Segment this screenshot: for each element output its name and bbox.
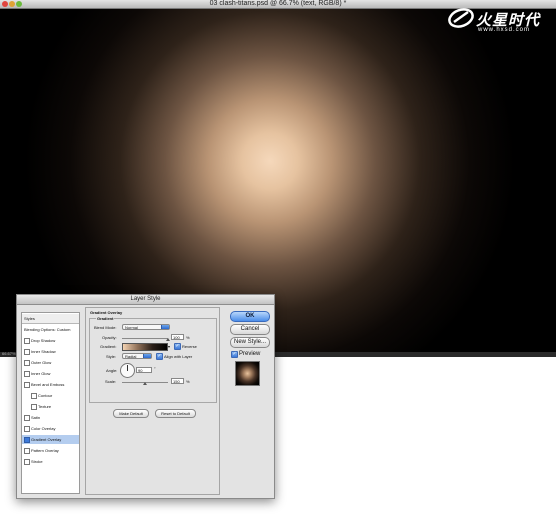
- style-item-label: Inner Glow: [31, 371, 51, 376]
- scale-slider-thumb[interactable]: [143, 382, 147, 385]
- styles-list: Styles Blending Options: Custom Drop Shado…: [21, 312, 80, 494]
- inner-glow-checkbox[interactable]: [24, 371, 30, 377]
- style-item-inner-shadow[interactable]: Inner Shadow: [22, 347, 79, 356]
- gradient-overlay-panel: Gradient Overlay Gradient Blend Mode: No…: [85, 307, 220, 495]
- style-item-styles: Styles: [22, 314, 79, 324]
- opacity-slider-thumb[interactable]: [166, 338, 170, 341]
- align-with-layer-checkbox[interactable]: ✓: [156, 353, 163, 360]
- style-item-bevel-and-emboss[interactable]: Bevel and Emboss: [22, 380, 79, 389]
- preview-label: Preview: [239, 351, 261, 357]
- inner-shadow-checkbox[interactable]: [24, 349, 30, 355]
- style-item-label: Blending Options: Custom: [24, 327, 71, 332]
- align-with-layer-label: Align with Layer: [164, 354, 193, 359]
- zoom-level[interactable]: 66.67%: [2, 351, 16, 356]
- drop-shadow-checkbox[interactable]: [24, 338, 30, 344]
- watermark-url: www.hxsd.com: [478, 27, 531, 33]
- style-item-satin[interactable]: Satin: [22, 413, 79, 422]
- preview-checkbox[interactable]: ✓: [231, 351, 238, 358]
- style-label: Style:: [106, 354, 117, 359]
- angle-dial[interactable]: [120, 363, 135, 378]
- style-item-contour[interactable]: Contour: [22, 391, 79, 400]
- style-item-inner-glow[interactable]: Inner Glow: [22, 369, 79, 378]
- stroke-checkbox[interactable]: [24, 459, 30, 465]
- opacity-unit: %: [186, 335, 190, 340]
- style-item-label: Outer Glow: [31, 360, 52, 365]
- angle-unit: °: [154, 366, 156, 371]
- opacity-slider[interactable]: [122, 338, 168, 339]
- bevel-and-emboss-checkbox[interactable]: [24, 382, 30, 388]
- style-item-outer-glow[interactable]: Outer Glow: [22, 358, 79, 367]
- opacity-input[interactable]: 100: [171, 334, 184, 340]
- style-item-label: Contour: [38, 393, 53, 398]
- style-item-label: Texture: [38, 404, 52, 409]
- style-value: Radial: [125, 354, 137, 359]
- layer-style-dialog: Layer Style Styles Blending Options: Cust…: [16, 294, 275, 499]
- color-overlay-checkbox[interactable]: [24, 426, 30, 432]
- reverse-checkbox[interactable]: ✓: [174, 343, 181, 350]
- blend-mode-select[interactable]: Normal: [122, 324, 170, 330]
- chevron-down-icon: [161, 325, 169, 329]
- make-default-button[interactable]: Make Default: [113, 409, 149, 418]
- pattern-overlay-checkbox[interactable]: [24, 448, 30, 454]
- outer-glow-checkbox[interactable]: [24, 360, 30, 366]
- hxsd-logo-icon: [448, 8, 474, 28]
- angle-needle: [127, 365, 128, 371]
- reverse-label: Reverse: [182, 344, 197, 349]
- dialog-titlebar[interactable]: Layer Style: [17, 295, 274, 305]
- ok-button[interactable]: OK: [230, 311, 270, 322]
- style-item-label: Satin: [31, 415, 41, 420]
- gradient-overlay-checkbox[interactable]: [24, 437, 30, 443]
- scale-label: Scale:: [105, 379, 117, 384]
- style-item-label: Gradient Overlay: [31, 437, 62, 442]
- style-item-label: Styles: [24, 316, 35, 321]
- style-item-label: Inner Shadow: [31, 349, 56, 354]
- style-item-pattern-overlay[interactable]: Pattern Overlay: [22, 446, 79, 455]
- style-select[interactable]: Radial: [122, 353, 152, 359]
- section-title: Gradient Overlay: [90, 310, 123, 315]
- style-item-label: Drop Shadow: [31, 338, 56, 343]
- contour-checkbox[interactable]: [31, 393, 37, 399]
- opacity-label: Opacity:: [102, 335, 117, 340]
- style-item-drop-shadow[interactable]: Drop Shadow: [22, 336, 79, 345]
- style-item-texture[interactable]: Texture: [22, 402, 79, 411]
- style-item-label: Pattern Overlay: [31, 448, 59, 453]
- gradient-label: Gradient:: [100, 344, 117, 349]
- new-style-button[interactable]: New Style...: [230, 337, 270, 348]
- gradient-dropdown-icon[interactable]: ▾: [168, 344, 170, 349]
- scale-input[interactable]: 150: [171, 378, 184, 384]
- style-item-blending-options-custom[interactable]: Blending Options: Custom: [22, 325, 79, 334]
- style-item-stroke[interactable]: Stroke: [22, 457, 79, 466]
- blend-mode-value: Normal: [125, 325, 138, 330]
- cancel-button[interactable]: Cancel: [230, 324, 270, 335]
- style-item-label: Stroke: [31, 459, 43, 464]
- style-item-label: Color Overlay: [31, 426, 56, 431]
- angle-label: Angle:: [106, 368, 118, 373]
- style-item-gradient-overlay[interactable]: Gradient Overlay: [22, 435, 79, 444]
- angle-input[interactable]: 90: [136, 367, 152, 373]
- scale-unit: %: [186, 379, 190, 384]
- style-item-color-overlay[interactable]: Color Overlay: [22, 424, 79, 433]
- style-item-label: Bevel and Emboss: [31, 382, 65, 387]
- texture-checkbox[interactable]: [31, 404, 37, 410]
- group-title: Gradient: [96, 316, 115, 321]
- satin-checkbox[interactable]: [24, 415, 30, 421]
- chevron-down-icon: [143, 354, 151, 358]
- blend-mode-label: Blend Mode:: [94, 325, 117, 330]
- preview-thumbnail: [235, 361, 260, 386]
- dialog-title: Layer Style: [130, 296, 161, 302]
- reset-to-default-button[interactable]: Reset to Default: [155, 409, 196, 418]
- gradient-swatch[interactable]: [122, 343, 168, 351]
- gradient-group: Gradient Blend Mode: Normal Opacity: 100…: [89, 316, 217, 403]
